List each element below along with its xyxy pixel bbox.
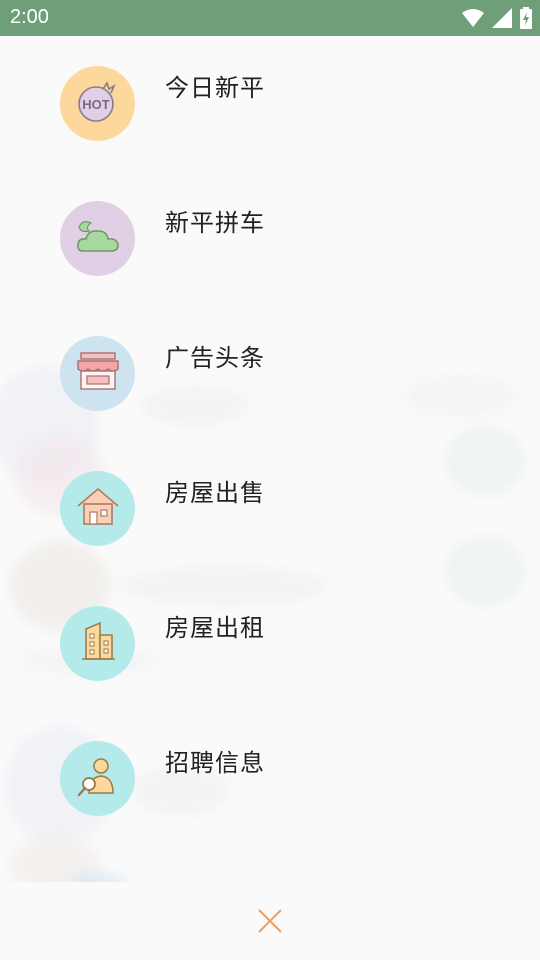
menu-item-icon-circle: HOT [60, 66, 135, 141]
menu-item-icon-circle [60, 471, 135, 546]
menu-item-icon-circle [60, 201, 135, 276]
menu-panel: HOT 今日新平 新平拼车 广告头条 房屋出售 房屋出租 招聘信息 [0, 36, 540, 882]
hot-badge-icon: HOT [76, 80, 120, 128]
close-button[interactable] [253, 906, 287, 940]
menu-item-label: 今日新平 [165, 74, 265, 102]
storefront-icon [75, 351, 121, 397]
status-icons [462, 7, 532, 33]
menu-item-recruitment[interactable]: 招聘信息 [0, 711, 540, 846]
menu-item-label: 招聘信息 [165, 749, 265, 777]
menu-item-carpool[interactable]: 新平拼车 [0, 171, 540, 306]
signal-icon [492, 8, 512, 32]
menu-item-icon-circle [60, 741, 135, 816]
menu-item-ad-headlines[interactable]: 广告头条 [0, 306, 540, 441]
house-icon [75, 486, 121, 532]
menu-item-icon-circle [60, 336, 135, 411]
bottom-bar [0, 882, 540, 960]
menu-item-label: 房屋出租 [165, 614, 265, 642]
menu-item-label: 房屋出售 [165, 479, 265, 507]
wifi-icon [462, 8, 484, 32]
menu-item-label: 新平拼车 [165, 209, 265, 237]
status-time: 2:00 [10, 6, 49, 28]
close-icon [257, 908, 283, 938]
menu-item-house-rent[interactable]: 房屋出租 [0, 576, 540, 711]
menu-item-today-xinping[interactable]: HOT 今日新平 [0, 36, 540, 171]
menu-item-label: 广告头条 [165, 344, 265, 372]
svg-text:HOT: HOT [82, 97, 110, 112]
battery-charging-icon [520, 7, 532, 33]
menu-item-icon-circle [60, 606, 135, 681]
building-icon [78, 621, 118, 667]
cloud-icon [75, 217, 121, 261]
status-bar: 2:00 [0, 0, 540, 36]
recruiter-search-icon [75, 755, 121, 803]
menu-item-house-sale[interactable]: 房屋出售 [0, 441, 540, 576]
